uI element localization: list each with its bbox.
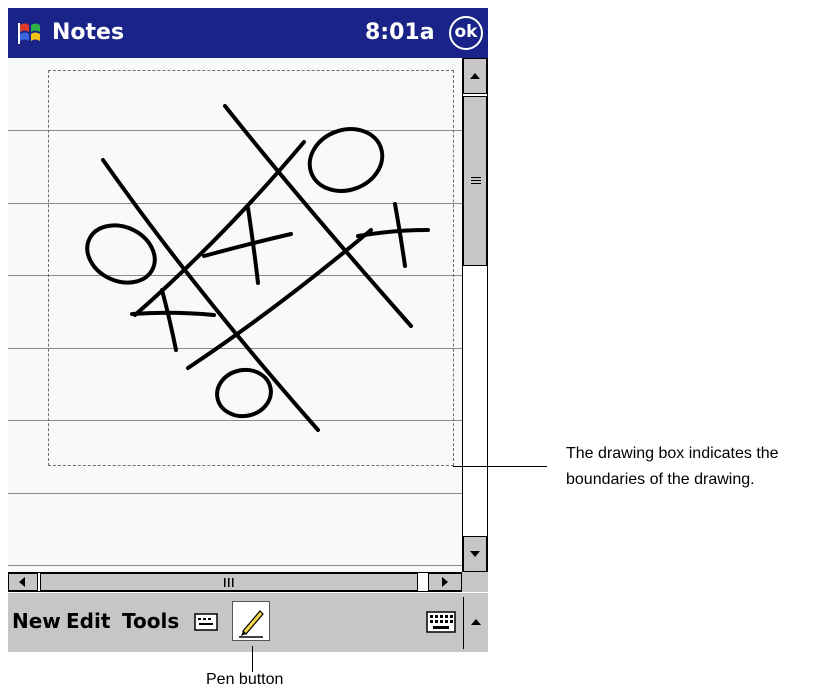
x-mark-stroke	[393, 202, 407, 268]
title-bar: Notes 8:01a ok	[8, 8, 488, 58]
windows-flag-icon[interactable]	[16, 19, 44, 47]
horizontal-scrollbar[interactable]	[8, 572, 462, 592]
pen-button[interactable]	[232, 601, 270, 641]
clock[interactable]: 8:01a	[365, 18, 435, 48]
ok-button[interactable]: ok	[449, 16, 483, 50]
scroll-corner	[462, 572, 488, 592]
command-bar: New Edit Tools	[8, 592, 488, 652]
horizontal-scroll-thumb[interactable]	[40, 573, 418, 591]
scroll-down-button[interactable]	[463, 536, 487, 572]
grid-stroke	[186, 228, 373, 370]
arrow-up-icon	[471, 619, 481, 625]
menu-tools[interactable]: Tools	[122, 607, 179, 635]
grid-stroke	[223, 104, 413, 328]
pen-icon	[239, 610, 264, 638]
o-mark-stroke	[215, 367, 273, 419]
keyboard-icon[interactable]	[426, 609, 456, 635]
scroll-up-button[interactable]	[463, 58, 487, 94]
scroll-right-button[interactable]	[428, 573, 462, 591]
tic-tac-toe-drawing[interactable]	[8, 58, 462, 572]
x-mark-stroke	[130, 310, 216, 317]
menu-edit[interactable]: Edit	[66, 607, 110, 635]
vertical-scrollbar[interactable]	[462, 58, 488, 572]
input-panel-toggle-button[interactable]	[463, 597, 488, 649]
grip-icon	[224, 578, 234, 587]
recording-toolbar-icon[interactable]	[194, 613, 218, 631]
o-mark-stroke	[307, 127, 385, 193]
drawing-box-callout-line	[453, 466, 547, 467]
arrow-left-icon	[19, 577, 25, 587]
scroll-left-button[interactable]	[8, 573, 38, 591]
x-mark-stroke	[160, 288, 178, 352]
menu-new[interactable]: New	[12, 607, 61, 635]
app-title: Notes	[52, 20, 125, 45]
pen-button-callout: Pen button	[206, 671, 284, 688]
drawing-box-callout: The drawing box indicates the boundaries…	[566, 445, 779, 488]
vertical-scroll-thumb[interactable]	[463, 96, 487, 266]
arrow-up-icon	[470, 73, 480, 79]
arrow-right-icon	[442, 577, 448, 587]
pen-button-callout-line	[252, 646, 253, 672]
grid-stroke	[101, 158, 320, 432]
arrow-down-icon	[470, 551, 480, 557]
